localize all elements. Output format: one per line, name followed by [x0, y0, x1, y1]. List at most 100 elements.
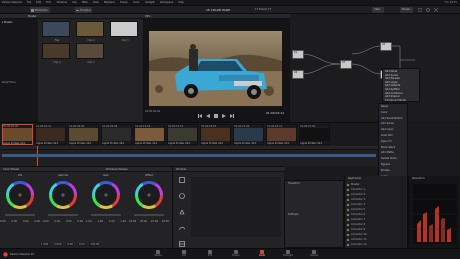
circle-window-icon[interactable]	[179, 193, 185, 199]
clip-thumbnail[interactable]: 01:00:18:02 Apple ProRes 444	[200, 124, 231, 145]
adjustment-value[interactable]: 1.000	[40, 243, 50, 246]
fullscreen-icon[interactable]	[434, 8, 438, 12]
stop-icon[interactable]	[213, 114, 218, 118]
wheel-value[interactable]: 0.00	[11, 220, 17, 223]
adjustment-value[interactable]: 0.00	[66, 243, 74, 246]
menu-item[interactable]: Clip	[72, 1, 77, 5]
keyframe-row-label: Corrector 3	[351, 198, 366, 201]
gradient-window-icon[interactable]	[179, 241, 185, 247]
menu-item[interactable]: View	[93, 1, 99, 5]
skip-forward-icon[interactable]	[229, 114, 234, 118]
clips-button[interactable]: Clips	[372, 7, 384, 13]
clip-thumbnail[interactable]: 01:00:03:12 Apple ProRes 444	[35, 124, 66, 145]
skip-back-icon[interactable]	[197, 114, 202, 118]
menu-item[interactable]: Playback	[104, 1, 115, 5]
menu-item[interactable]: Workspace	[160, 1, 174, 5]
clip-thumbnail[interactable]: 01:00:27:00 Apple ProRes 444	[299, 124, 330, 145]
color-wheels-header: Color Wheels Primaries Wheels	[0, 167, 172, 172]
wheel-value[interactable]: 0.00	[23, 220, 29, 223]
clip-thumbnail[interactable]: 01:00:06:00 Apple ProRes 444	[68, 124, 99, 145]
davinci-logo-icon	[3, 252, 8, 257]
keyframe-row-label: Corrector 4	[351, 203, 366, 206]
wheel-value[interactable]: 1.00	[97, 220, 103, 223]
keyframe-row[interactable]: Corrector 12	[346, 242, 367, 247]
master-wheel-slider[interactable]	[48, 214, 78, 216]
page-tab-fusion[interactable]: Fusion	[228, 250, 244, 257]
nodes-button[interactable]: Nodes	[400, 7, 413, 13]
curve-window-icon[interactable]	[179, 225, 185, 231]
page-tab-deliver[interactable]: Deliver	[306, 250, 322, 257]
menu-item[interactable]: File	[27, 1, 31, 5]
color-wheel-dial[interactable]	[48, 180, 78, 210]
menu-item[interactable]: Color	[133, 1, 140, 5]
clip-name: Apple ProRes 444	[3, 142, 25, 145]
wheel-value[interactable]: 0.00	[54, 220, 60, 223]
viewer-zoom[interactable]: 39%	[145, 15, 151, 18]
color-node[interactable]: 02	[292, 70, 304, 79]
color-wheel-dial[interactable]	[134, 180, 164, 210]
clip-thumbnail[interactable]: 01:00:00:00 Apple ProRes 444	[2, 124, 33, 145]
play-icon[interactable]	[221, 114, 226, 118]
wheel-value[interactable]: 0.00	[34, 220, 40, 223]
wheel-value[interactable]: 25.00	[162, 220, 169, 223]
menu-item[interactable]: Mark	[82, 1, 88, 5]
menu-item[interactable]: Fusion	[120, 1, 128, 5]
clip-image	[135, 128, 164, 141]
media-thumbnail[interactable]: Clip 2	[76, 21, 104, 42]
lightbox-icon[interactable]	[418, 8, 422, 12]
keyframes-panel: Keyframes Master Corrector 1 Corrector 2 Co…	[344, 176, 406, 248]
wheel-value[interactable]: 1.00	[109, 220, 115, 223]
menu-item[interactable]: Edit	[36, 1, 41, 5]
polygon-window-icon[interactable]	[179, 209, 185, 215]
media-thumbnail[interactable]: Clip 3	[110, 21, 138, 42]
color-wheel-dial[interactable]	[91, 180, 121, 210]
settings-icon[interactable]	[426, 8, 430, 12]
play-reverse-icon[interactable]	[205, 114, 210, 118]
page-tab-cut[interactable]: Cut	[176, 250, 192, 257]
square-window-icon[interactable]	[179, 177, 185, 183]
color-node[interactable]: 01	[292, 50, 304, 59]
timeline-button[interactable]: Timeline	[75, 7, 92, 13]
wheel-value[interactable]: 0.00	[0, 220, 6, 223]
wheel-value[interactable]: 0.00	[77, 220, 83, 223]
adjustment-value[interactable]: 100.00	[89, 243, 101, 246]
wheel-value[interactable]: 1.00	[86, 220, 92, 223]
clip-thumbnail[interactable]: 01:00:15:10 Apple ProRes 444	[167, 124, 198, 145]
color-wheel-dial[interactable]	[5, 180, 35, 210]
menu-item[interactable]: Trim	[46, 1, 51, 5]
master-wheel-slider[interactable]	[134, 214, 164, 216]
menu-item[interactable]: Fairlight	[145, 1, 155, 5]
page-tab-edit[interactable]: Edit	[202, 250, 218, 257]
wheel-value[interactable]: 25.00	[140, 220, 147, 223]
master-wheel-slider[interactable]	[91, 214, 121, 216]
adjustment-value[interactable]: 0.00	[77, 243, 86, 246]
wheel-value[interactable]: 25.00	[151, 220, 158, 223]
media-thumbnail[interactable]: Clip 5	[76, 43, 104, 64]
wheel-value[interactable]: 0.00	[43, 220, 49, 223]
clip-thumbnail[interactable]: 01:00:21:06 Apple ProRes 444	[233, 124, 264, 145]
page-tab-color[interactable]: Color	[254, 250, 270, 257]
color-wheel: Offset 25.00 25.00 25.00 25.00	[129, 174, 169, 242]
adjustment-value[interactable]: 0.000	[53, 243, 63, 246]
page-tab-fairlight[interactable]: Fairlight	[280, 250, 296, 257]
color-node[interactable]: 03	[340, 60, 352, 69]
menu-item[interactable]: Help	[178, 1, 184, 5]
master-tab[interactable]: Master	[28, 15, 37, 18]
clip-thumbnail[interactable]: 01:00:24:11 Apple ProRes 444	[266, 124, 297, 145]
clip-thumbnail[interactable]: 01:00:12:04 Apple ProRes 444	[134, 124, 165, 145]
clip-thumbnail[interactable]: 01:00:09:08 Apple ProRes 444	[101, 124, 132, 145]
wheel-value[interactable]: 25.00	[129, 220, 136, 223]
color-node[interactable]: 04	[380, 42, 392, 51]
menu-item[interactable]: Timeline	[56, 1, 67, 5]
menu-item[interactable]: DaVinci Resolve	[2, 1, 22, 5]
page-title: 15 COLOR PAGE	[206, 8, 231, 12]
media-pool-button[interactable]: Media Pool	[30, 7, 50, 13]
context-menu-item[interactable]: Compound Node	[385, 99, 406, 103]
master-wheel-slider[interactable]	[5, 214, 35, 216]
wheel-value[interactable]: 0.00	[66, 220, 72, 223]
media-thumbnail[interactable]: Clip 4	[42, 43, 70, 64]
page-tab-media[interactable]: Media	[150, 250, 166, 257]
media-thumbnail[interactable]: Flat	[42, 21, 70, 42]
bin-master[interactable]: ▾ Master	[2, 21, 13, 24]
wheel-value[interactable]: 1.00	[120, 220, 126, 223]
